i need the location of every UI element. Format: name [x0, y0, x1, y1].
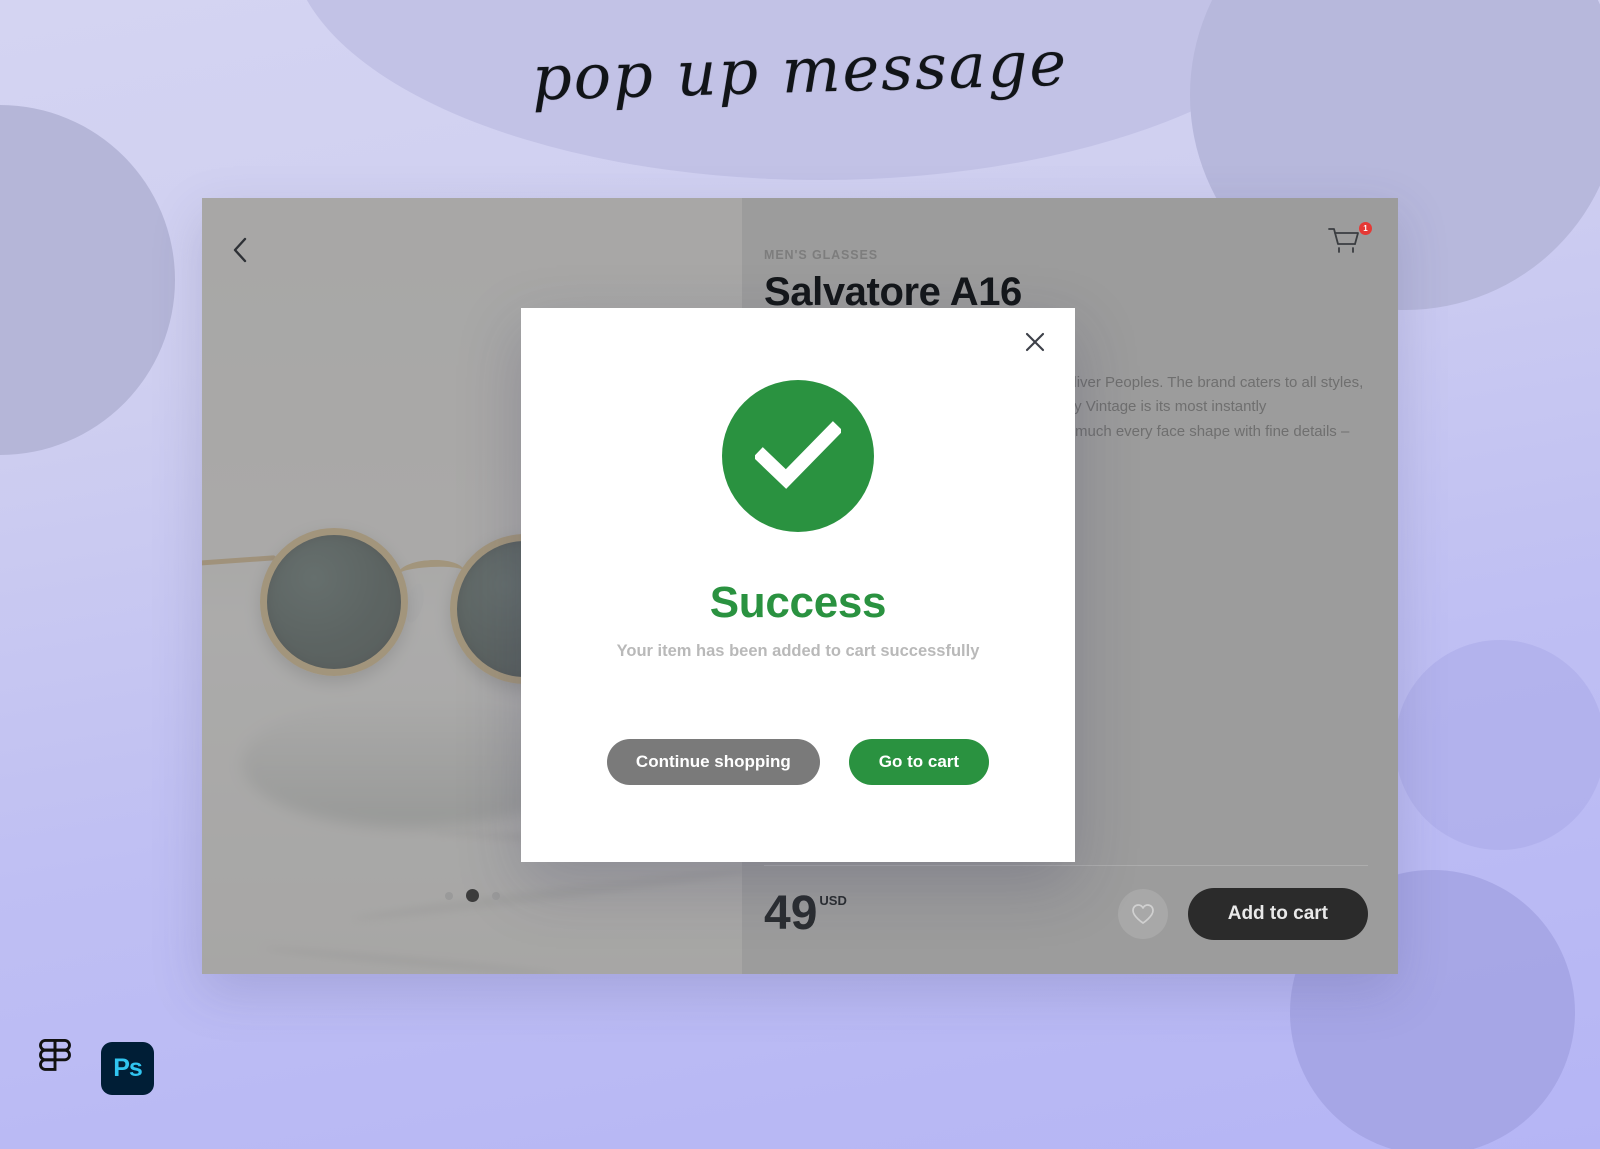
- heart-icon: [1131, 904, 1154, 924]
- wishlist-button[interactable]: [1117, 889, 1168, 939]
- check-circle-icon: [755, 421, 841, 489]
- chevron-left-icon: [233, 237, 247, 263]
- product-category: MEN'S GLASSES: [764, 248, 878, 262]
- carousel-dot-3[interactable]: [491, 891, 500, 900]
- shopping-cart-icon: [1328, 228, 1359, 253]
- photoshop-logo-label: Ps: [113, 1053, 143, 1082]
- cart-button[interactable]: 1: [1328, 222, 1372, 266]
- carousel-dot-1[interactable]: [444, 891, 453, 900]
- success-title: Success: [709, 578, 887, 627]
- carousel-dots[interactable]: [202, 889, 742, 902]
- success-modal: Success Your item has been added to cart…: [521, 308, 1075, 862]
- modal-actions: Continue shopping Go to cart: [606, 739, 990, 785]
- app-logos: Ps: [33, 1039, 154, 1097]
- price-currency: USD: [819, 893, 847, 909]
- add-to-cart-button[interactable]: Add to cart: [1187, 888, 1368, 940]
- modal-close-button[interactable]: [1017, 324, 1053, 360]
- close-icon: [1025, 332, 1045, 352]
- continue-shopping-button[interactable]: Continue shopping: [606, 739, 820, 785]
- price-amount: 49: [764, 887, 818, 941]
- background-circle-mid-right: [1395, 640, 1600, 850]
- carousel-dot-2[interactable]: [465, 889, 479, 902]
- purchase-actions: Add to cart: [1117, 888, 1368, 940]
- cart-badge: 1: [1359, 222, 1372, 235]
- back-button[interactable]: [216, 226, 264, 274]
- purchase-bar: 49 USD Add to cart: [764, 865, 1368, 940]
- price-block: 49 USD: [764, 887, 847, 941]
- figma-logo: [39, 1039, 71, 1071]
- success-icon: [722, 380, 874, 532]
- go-to-cart-button[interactable]: Go to cart: [848, 739, 990, 785]
- success-subtitle: Your item has been added to cart success…: [616, 642, 980, 660]
- photoshop-logo: Ps: [101, 1041, 154, 1095]
